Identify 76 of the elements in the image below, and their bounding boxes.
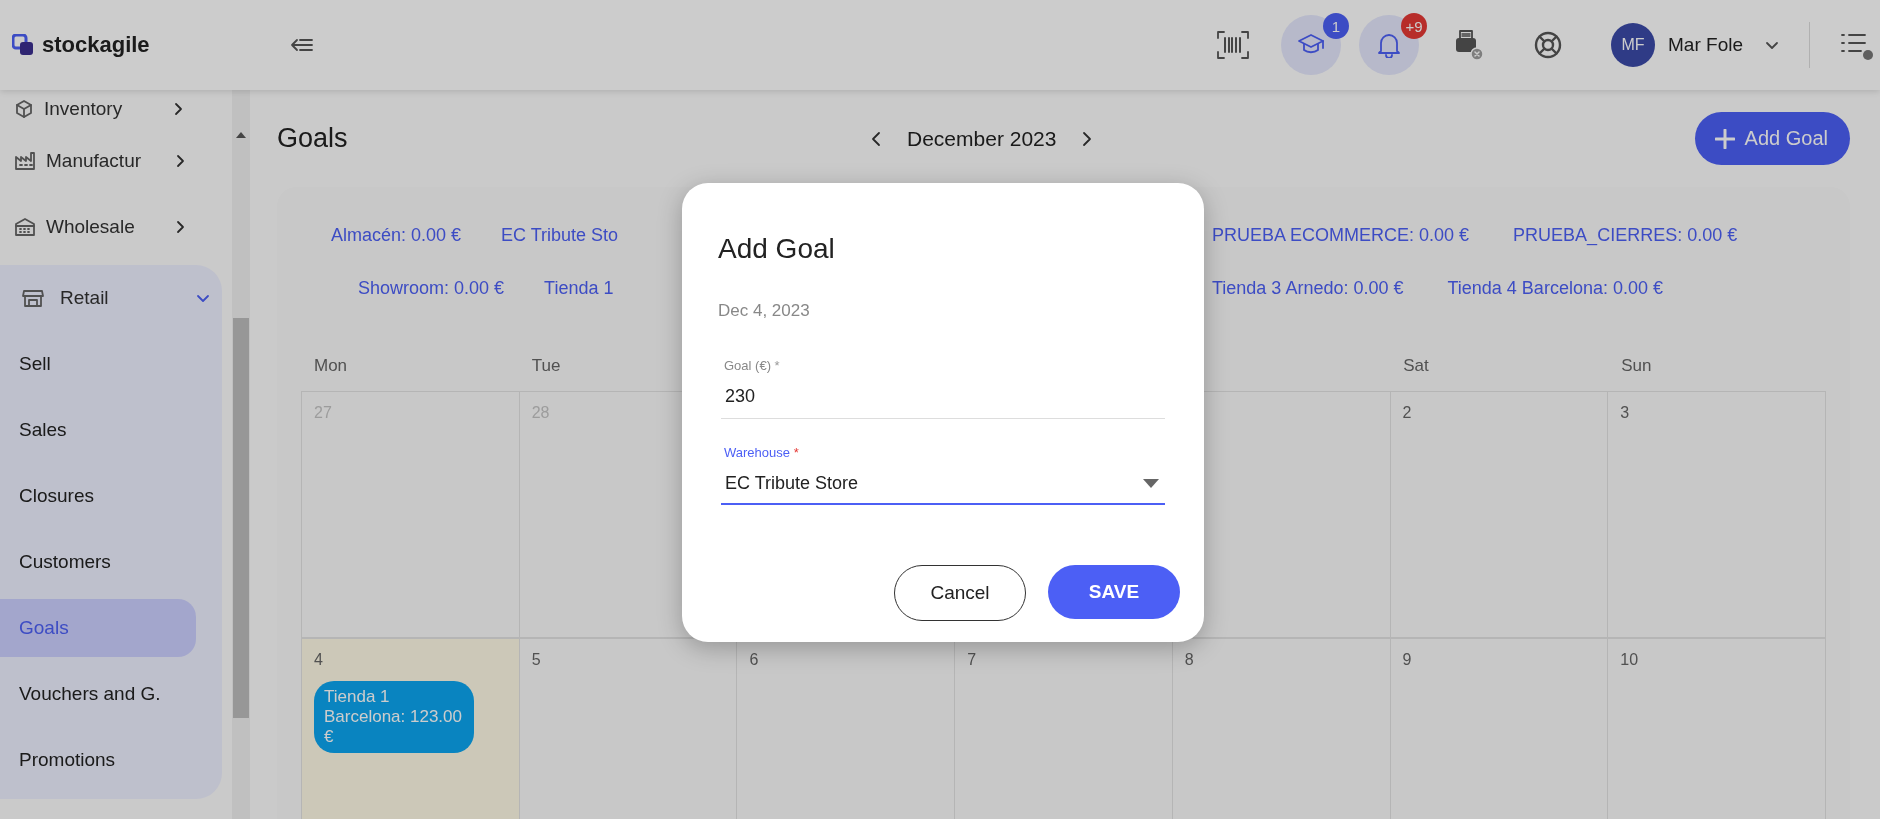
- input-field[interactable]: 230: [721, 374, 1165, 419]
- day-number: 8: [1184, 651, 1194, 669]
- plus-icon: [1714, 128, 1735, 149]
- select-field[interactable]: EC Tribute Store: [721, 461, 1165, 505]
- calendar-day-cell[interactable]: 9: [1390, 639, 1609, 819]
- day-number: 10: [1620, 651, 1639, 669]
- day-number: 9: [1402, 651, 1412, 669]
- building-icon: [14, 217, 36, 237]
- weekday-label: Tue: [531, 356, 561, 376]
- weekday-label: Sat: [1403, 356, 1429, 376]
- chevron-left-icon: [871, 130, 881, 147]
- warehouse-total: Tienda 1: [544, 277, 614, 300]
- user-avatar[interactable]: MF: [1611, 23, 1656, 67]
- sidebar-item[interactable]: Customers: [0, 529, 196, 595]
- barcode-scanner-button[interactable]: [1217, 31, 1250, 59]
- scroll-up-arrow-icon[interactable]: [236, 132, 246, 138]
- sidebar-section[interactable]: Wholesale: [0, 194, 232, 260]
- calendar-day-cell[interactable]: 10: [1608, 639, 1826, 819]
- notification-badge: 1: [1323, 13, 1350, 39]
- day-number: 3: [1620, 404, 1630, 422]
- page-title: Goals: [277, 123, 349, 154]
- sidebar-item[interactable]: Sales: [0, 397, 196, 463]
- warehouse-total: PRUEBA_CIERRES: 0.00 €: [1513, 224, 1738, 247]
- chevron-down-icon: [196, 293, 210, 303]
- sidebar-section[interactable]: Inventory: [0, 90, 232, 128]
- sidebar-item[interactable]: Promotions: [0, 727, 196, 793]
- save-button[interactable]: SAVE: [1048, 565, 1180, 619]
- dropdown-caret-icon: [1143, 478, 1159, 488]
- day-number: 4: [314, 651, 323, 669]
- warehouse-total: Showroom: 0.00 €: [358, 277, 505, 300]
- sidebar-item[interactable]: Vouchers and G.: [0, 661, 196, 727]
- caret-icon: [1765, 40, 1779, 50]
- weekday-label: Sun: [1621, 356, 1652, 376]
- warehouse-total: Almacén: 0.00 €: [331, 224, 462, 247]
- cancel-button[interactable]: Cancel: [894, 565, 1026, 621]
- logo-icon: [12, 34, 34, 56]
- collapse-arrow-icon: [290, 36, 314, 54]
- weekday-label: Mon: [314, 356, 348, 376]
- bell-icon: [1377, 32, 1402, 58]
- sidebar-section[interactable]: Retail: [0, 265, 222, 331]
- sidebar-section[interactable]: Manufactur: [0, 128, 232, 194]
- chevron-right-icon: [174, 102, 183, 116]
- warehouse-total: Tienda 4 Barcelona: 0.00 €: [1447, 277, 1663, 300]
- scrollbar[interactable]: [232, 90, 250, 819]
- logo-text: stockagile: [42, 32, 150, 58]
- barcode-icon: [1217, 31, 1250, 59]
- store-icon: [22, 288, 44, 308]
- day-number: 2: [1402, 404, 1412, 422]
- factory-icon: [14, 151, 36, 171]
- sidebar-item[interactable]: Sell: [0, 331, 196, 397]
- lifebuoy-icon: [1533, 30, 1564, 60]
- warehouse-total: EC Tribute Sto: [501, 224, 619, 247]
- chevron-right-icon: [1082, 130, 1093, 147]
- day-number: 7: [967, 651, 977, 669]
- dialog-title: Add Goal: [718, 232, 836, 266]
- warehouse-total: Tienda 3 Arnedo: 0.00 €: [1212, 277, 1404, 300]
- help-button[interactable]: [1533, 30, 1564, 60]
- add-goal-button[interactable]: Add Goal: [1694, 112, 1850, 165]
- chevron-right-icon: [176, 154, 185, 168]
- warehouse-total: PRUEBA ECOMMERCE: 0.00 €: [1212, 224, 1470, 247]
- field-label: Goal (€) *: [723, 358, 780, 373]
- month-label: December 2023: [907, 126, 1057, 151]
- box-icon: [14, 99, 34, 119]
- printer-offline-icon: [1453, 29, 1486, 61]
- day-number: 6: [749, 651, 759, 669]
- collapse-sidebar-button[interactable]: [290, 36, 314, 54]
- dialog-date: Dec 4, 2023: [718, 300, 811, 322]
- chevron-right-icon: [176, 220, 185, 234]
- calendar-day-cell[interactable]: 2: [1390, 392, 1609, 638]
- printer-status-button[interactable]: [1453, 29, 1486, 61]
- calendar-day-cell[interactable]: 3: [1608, 392, 1826, 638]
- calendar-day-cell[interactable]: 4 Tienda 1 Barcelona: 123.00 €: [302, 639, 520, 819]
- user-name[interactable]: Mar Fole: [1668, 34, 1743, 56]
- notification-badge: +9: [1401, 13, 1428, 39]
- sidebar-item[interactable]: Closures: [0, 463, 196, 529]
- day-number: 5: [531, 651, 541, 669]
